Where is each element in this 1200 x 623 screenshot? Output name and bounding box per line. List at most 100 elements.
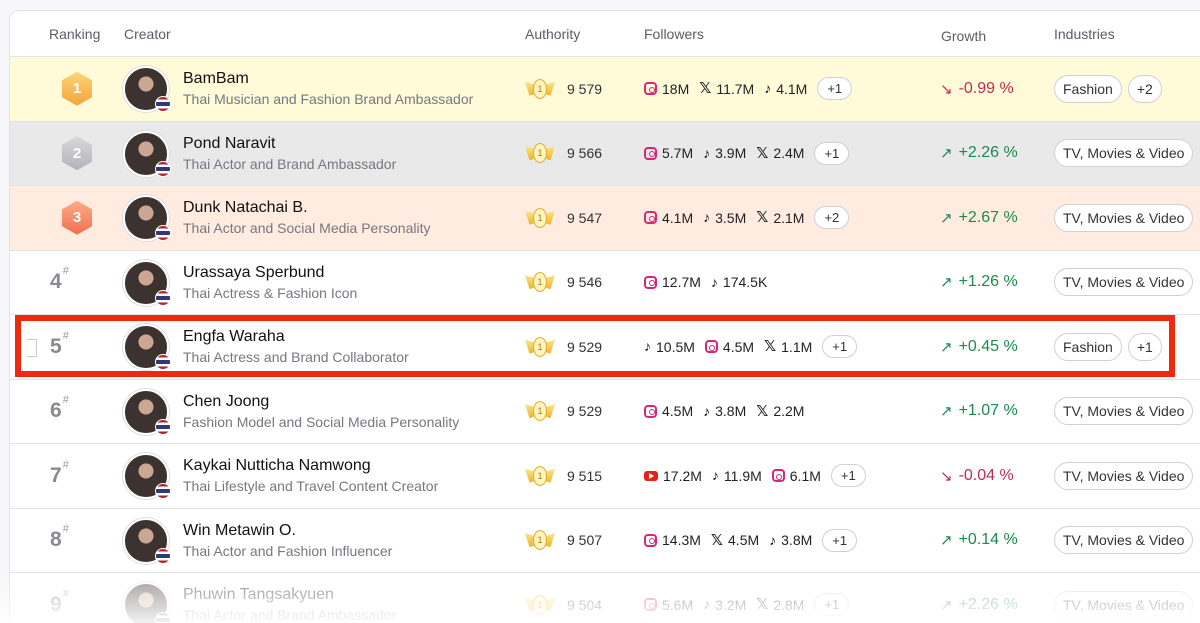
- avatar[interactable]: [123, 582, 171, 623]
- creator-name[interactable]: BamBam: [183, 70, 249, 88]
- avatar[interactable]: [123, 453, 171, 499]
- follower-stat[interactable]: 12.7M: [644, 274, 701, 290]
- creator-name[interactable]: Engfa Waraha: [183, 328, 285, 346]
- creator-cell[interactable]: Pond Naravit Thai Actor and Brand Ambassa…: [183, 122, 396, 186]
- thailand-flag-icon: [155, 354, 171, 370]
- creator-name[interactable]: Chen Joong: [183, 393, 269, 411]
- follower-stat[interactable]: 14.3M: [644, 532, 701, 548]
- more-platforms-button[interactable]: +2: [814, 206, 850, 230]
- avatar[interactable]: [123, 517, 171, 564]
- creator-cell[interactable]: Chen Joong Fashion Model and Social Media…: [183, 380, 459, 444]
- creator-cell[interactable]: Dunk Natachai B. Thai Actor and Social Me…: [183, 186, 430, 250]
- more-platforms-button[interactable]: +1: [830, 464, 866, 488]
- creator-cell[interactable]: BamBam Thai Musician and Fashion Brand Am…: [183, 57, 473, 121]
- more-platforms-button[interactable]: +1: [822, 528, 858, 552]
- follower-stat[interactable]: 𝕏 4.5M: [711, 532, 759, 548]
- table-row[interactable]: 9# Phuwin Tangsakyuen Thai Actor and Brand…: [10, 573, 1200, 623]
- follower-stat[interactable]: ♪ 3.8M: [703, 403, 746, 419]
- creator-cell[interactable]: Win Metawin O. Thai Actor and Fashion Inf…: [183, 509, 392, 573]
- industry-tag[interactable]: TV, Movies & Video: [1054, 461, 1194, 490]
- avatar[interactable]: [123, 66, 171, 112]
- table-row[interactable]: 2 Pond Naravit Thai Actor and Brand Ambass…: [10, 121, 1200, 186]
- follower-stat[interactable]: ♪ 11.9M: [712, 468, 762, 484]
- follower-stat[interactable]: ♪ 3.2M: [703, 597, 746, 613]
- follower-stat[interactable]: 4.5M: [704, 339, 754, 355]
- creator-name[interactable]: Urassaya Sperbund: [183, 264, 324, 282]
- creator-cell[interactable]: Engfa Waraha Thai Actress and Brand Colla…: [183, 315, 409, 379]
- industries-cell: TV, Movies & Video: [1054, 122, 1194, 186]
- industry-tag[interactable]: TV, Movies & Video: [1054, 397, 1194, 426]
- follower-stat[interactable]: 6.1M: [771, 468, 821, 484]
- follower-stat[interactable]: ♪ 10.5M: [644, 339, 695, 355]
- follower-stat[interactable]: 17.2M: [644, 468, 702, 484]
- follower-stat[interactable]: 𝕏 1.1M: [764, 339, 812, 355]
- more-platforms-button[interactable]: +1: [817, 77, 853, 101]
- follower-stat[interactable]: 𝕏 2.2M: [756, 403, 804, 419]
- table-row[interactable]: 1 BamBam Thai Musician and Fashion Brand A…: [10, 57, 1200, 122]
- header-authority[interactable]: Authority: [525, 26, 580, 42]
- table-row[interactable]: 5# Engfa Waraha Thai Actress and Brand Col…: [10, 315, 1200, 380]
- industry-tag[interactable]: Fashion: [1054, 332, 1122, 361]
- avatar[interactable]: [123, 259, 171, 306]
- table-row[interactable]: 8# Win Metawin O. Thai Actor and Fashion I…: [10, 509, 1200, 573]
- creator-name[interactable]: Kaykai Nutticha Namwong: [183, 457, 371, 475]
- creator-cell[interactable]: Urassaya Sperbund Thai Actress & Fashion …: [183, 251, 357, 315]
- follower-stat[interactable]: 5.7M: [644, 145, 693, 161]
- follower-stat[interactable]: ♪ 3.9M: [703, 145, 746, 161]
- follower-stat[interactable]: ♪ 3.8M: [769, 532, 812, 548]
- badge-level: 1: [533, 530, 547, 551]
- header-growth[interactable]: Growth: [941, 28, 986, 44]
- industry-tag[interactable]: TV, Movies & Video: [1054, 590, 1194, 619]
- follower-stat[interactable]: ♪ 174.5K: [711, 274, 767, 290]
- follower-stat[interactable]: ♪ 4.1M: [764, 81, 807, 97]
- follower-stat[interactable]: ♪ 3.5M: [703, 210, 746, 226]
- more-platforms-button[interactable]: +1: [814, 593, 850, 617]
- follower-stat[interactable]: 𝕏 2.4M: [756, 145, 804, 161]
- creator-name[interactable]: Phuwin Tangsakyuen: [183, 586, 334, 604]
- more-industries-button[interactable]: +2: [1127, 74, 1162, 103]
- more-platforms-button[interactable]: +1: [814, 141, 850, 165]
- rank-hash: #: [62, 587, 69, 600]
- creator-cell[interactable]: Kaykai Nutticha Namwong Thai Lifestyle an…: [183, 444, 438, 508]
- follower-stat[interactable]: 𝕏 2.1M: [756, 210, 804, 226]
- authority-cell: 1 9 547: [525, 186, 602, 250]
- follower-stat[interactable]: 18M: [644, 81, 689, 97]
- creator-cell[interactable]: Phuwin Tangsakyuen Thai Actor and Brand A…: [183, 573, 396, 623]
- follower-stat[interactable]: 𝕏 2.8M: [756, 597, 804, 613]
- avatar[interactable]: [123, 130, 171, 177]
- rank-cell: 5#: [50, 315, 110, 379]
- follower-stat[interactable]: 5.6M: [644, 597, 693, 613]
- trend-up-icon: ↗: [940, 145, 953, 163]
- rank-hash: #: [62, 458, 69, 471]
- industry-tag[interactable]: TV, Movies & Video: [1054, 526, 1194, 555]
- more-platforms-button[interactable]: +1: [822, 335, 858, 359]
- header-industries[interactable]: Industries: [1054, 26, 1115, 42]
- avatar[interactable]: [123, 324, 171, 370]
- creator-name[interactable]: Dunk Natachai B.: [183, 199, 308, 217]
- industry-tag[interactable]: TV, Movies & Video: [1054, 268, 1194, 297]
- tiktok-icon: ♪: [703, 209, 711, 226]
- creator-name[interactable]: Win Metawin O.: [183, 522, 296, 540]
- header-followers[interactable]: Followers: [644, 26, 704, 42]
- more-industries-button[interactable]: +1: [1127, 332, 1162, 361]
- table-row[interactable]: 7# Kaykai Nutticha Namwong Thai Lifestyle …: [10, 444, 1200, 509]
- follower-count: 3.2M: [715, 596, 747, 613]
- thailand-flag-icon: [155, 547, 171, 564]
- header-creator[interactable]: Creator: [124, 26, 171, 42]
- follower-count: 2.1M: [773, 209, 805, 226]
- avatar[interactable]: [123, 195, 171, 241]
- rank-number: 5#: [50, 330, 69, 359]
- follower-stat[interactable]: 4.5M: [644, 403, 693, 419]
- table-row[interactable]: 4# Urassaya Sperbund Thai Actress & Fashio…: [10, 251, 1200, 315]
- follower-stat[interactable]: 4.1M: [644, 210, 693, 226]
- follower-count: 174.5K: [722, 274, 768, 291]
- industry-tag[interactable]: TV, Movies & Video: [1054, 139, 1194, 168]
- industry-tag[interactable]: TV, Movies & Video: [1054, 203, 1194, 232]
- header-ranking[interactable]: Ranking: [49, 26, 100, 42]
- table-row[interactable]: 3 Dunk Natachai B. Thai Actor and Social M…: [10, 186, 1200, 251]
- table-row[interactable]: 6# Chen Joong Fashion Model and Social Med…: [10, 380, 1200, 444]
- follower-stat[interactable]: 𝕏 11.7M: [699, 81, 754, 97]
- avatar[interactable]: [123, 388, 171, 435]
- industry-tag[interactable]: Fashion: [1054, 74, 1122, 103]
- creator-name[interactable]: Pond Naravit: [183, 135, 276, 153]
